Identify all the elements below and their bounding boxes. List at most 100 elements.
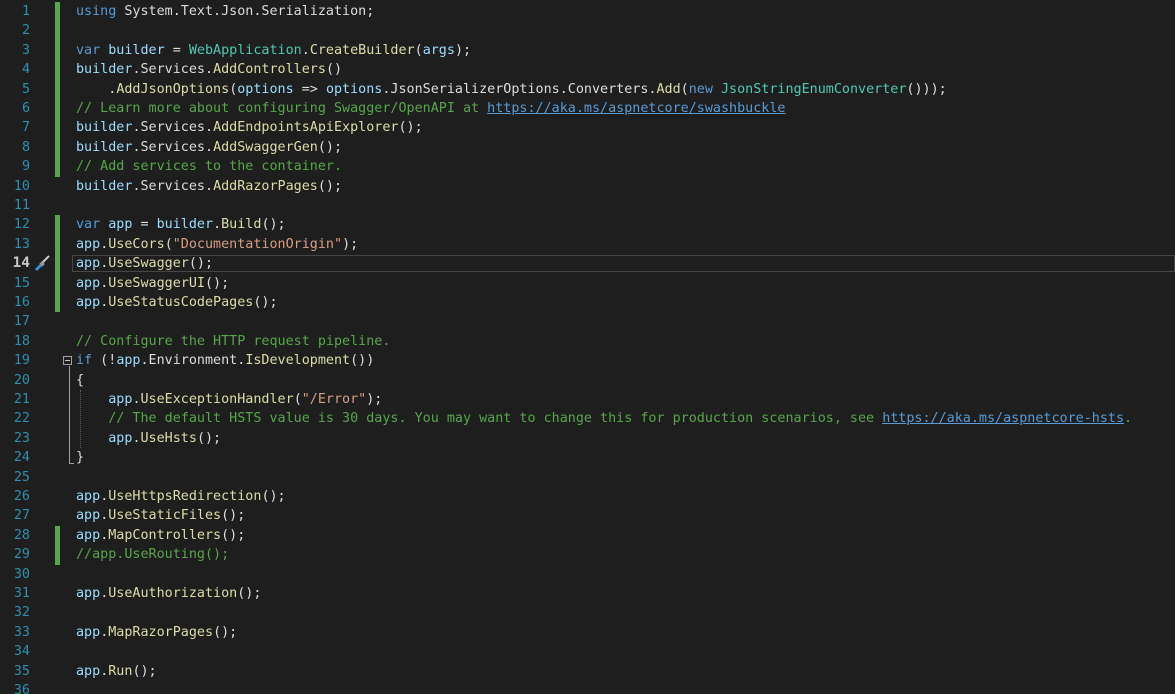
code-editor[interactable]: 1 using System.Text.Json.Serialization; 2 3… <box>0 0 1175 694</box>
code-token: builder <box>76 178 133 194</box>
change-indicator-bar <box>55 40 60 61</box>
code-token: app <box>76 256 101 272</box>
code-token: UseSwagger <box>108 256 189 272</box>
line-code: app.UseStaticFiles(); <box>76 506 245 525</box>
code-token: app <box>108 392 133 407</box>
code-token: UseCors <box>108 236 165 252</box>
code-token: (); <box>398 120 423 136</box>
code-token: UseHsts <box>140 430 197 446</box>
code-token: using <box>76 4 117 19</box>
code-token: (); <box>317 139 343 155</box>
code-line[interactable]: 23 app.UseHsts(); <box>0 429 1175 448</box>
code-line[interactable]: 5 .AddJsonOptions(options => options.Jso… <box>0 79 1175 99</box>
code-token: var <box>76 42 101 58</box>
line-number: 8 <box>21 139 30 155</box>
line-code: app.MapRazorPages(); <box>76 623 237 642</box>
line-number: 13 <box>13 236 30 252</box>
code-line[interactable]: 20 { <box>0 371 1175 390</box>
code-token: //app.UseRouting(); <box>76 547 230 563</box>
code-line[interactable]: 16 app.UseStatusCodePages(); <box>0 293 1175 313</box>
code-token: app <box>76 527 101 543</box>
code-token: if <box>76 353 93 369</box>
line-number: 32 <box>13 605 30 621</box>
code-token: AddSwaggerGen <box>213 139 318 155</box>
code-line[interactable]: 13 app.UseCors("DocumentationOrigin"); <box>0 234 1175 255</box>
code-line[interactable]: 8 builder.Services.AddSwaggerGen(); <box>0 137 1175 158</box>
code-token: () <box>325 62 343 78</box>
code-token: . <box>1124 411 1133 427</box>
code-line[interactable]: 3 var builder = WebApplication.CreateBuil… <box>0 40 1175 61</box>
code-line[interactable]: 19 if (!app.Environment.IsDevelopment()) <box>0 351 1175 370</box>
line-number: 7 <box>21 120 30 136</box>
code-line[interactable]: 27 app.UseStaticFiles(); <box>0 506 1175 525</box>
code-token: "/Error" <box>301 392 367 407</box>
line-number: 16 <box>13 295 30 310</box>
code-line[interactable]: 9 // Add services to the container. <box>0 157 1175 177</box>
code-line[interactable]: 22 // The default HSTS value is 30 days.… <box>0 409 1175 428</box>
code-token: (); <box>237 586 262 601</box>
code-line[interactable]: 25 <box>0 468 1175 487</box>
code-line[interactable]: 2 <box>0 21 1175 41</box>
change-indicator-bar <box>55 99 60 119</box>
code-line[interactable]: 6 // Learn more about configuring Swagger… <box>0 99 1175 119</box>
line-number: 9 <box>21 159 30 175</box>
line-code: // The default HSTS value is 30 days. Yo… <box>76 409 1132 428</box>
code-token: (); <box>221 527 246 543</box>
code-token: app <box>76 663 101 679</box>
code-token: // Add services to the container. <box>76 159 343 175</box>
code-line[interactable]: 1 using System.Text.Json.Serialization; <box>0 2 1175 22</box>
code-token: builder <box>76 62 133 78</box>
code-line[interactable]: 11 <box>0 196 1175 215</box>
code-line[interactable]: 36 <box>0 681 1175 694</box>
code-link[interactable]: https://aka.ms/aspnetcore/swashbuckle <box>487 101 785 116</box>
collapse-icon[interactable] <box>63 356 72 366</box>
code-line[interactable]: 18 // Configure the HTTP request pipeline… <box>0 332 1175 351</box>
code-token: (); <box>213 624 238 640</box>
code-line[interactable]: 33 app.MapRazorPages(); <box>0 623 1175 642</box>
code-token: // Learn more about configuring Swagger/… <box>76 101 488 116</box>
line-code: app.MapControllers(); <box>76 526 245 545</box>
code-line[interactable]: 34 <box>0 642 1175 661</box>
code-token: (); <box>205 275 230 291</box>
code-line[interactable]: 30 <box>0 565 1175 584</box>
code-token: (); <box>196 430 222 446</box>
code-token: ( <box>164 236 173 252</box>
code-line[interactable]: 4 builder.Services.AddControllers() <box>0 60 1175 80</box>
code-line[interactable]: 21 app.UseExceptionHandler("/Error"); <box>0 390 1175 409</box>
paintbrush-icon[interactable] <box>33 255 51 273</box>
code-token: app <box>76 586 101 601</box>
code-token: ); <box>342 236 359 252</box>
code-line[interactable]: 35 app.Run(); <box>0 662 1175 681</box>
code-line[interactable]: 29 //app.UseRouting(); <box>0 545 1175 565</box>
code-token: IsDevelopment <box>245 353 351 369</box>
code-line[interactable]: 17 <box>0 312 1175 331</box>
code-token: .Environment. <box>140 353 246 369</box>
code-line[interactable]: 15 app.UseSwaggerUI(); <box>0 273 1175 293</box>
code-token: (! <box>92 353 117 369</box>
line-number: 21 <box>13 392 30 407</box>
code-line[interactable]: 32 <box>0 603 1175 622</box>
line-code: app.Run(); <box>76 662 157 681</box>
code-link[interactable]: https://aka.ms/aspnetcore-hsts <box>882 411 1124 426</box>
code-token: builder <box>76 139 133 155</box>
change-indicator-bar <box>55 118 60 138</box>
code-token: app <box>76 489 101 504</box>
line-number: 24 <box>13 450 30 466</box>
code-token: (); <box>317 178 343 194</box>
code-line[interactable]: 7 builder.Services.AddEndpointsApiExplore… <box>0 118 1175 138</box>
line-code: // Add services to the container. <box>76 157 342 176</box>
code-line[interactable]: 26 app.UseHttpsRedirection(); <box>0 487 1175 506</box>
code-line[interactable]: 24} <box>0 448 1175 467</box>
code-line[interactable]: 14 app.UseSwagger(); <box>0 254 1175 274</box>
code-line[interactable]: 28 app.MapControllers(); <box>0 525 1175 546</box>
code-line[interactable]: 12 var app = builder.Build(); <box>0 215 1175 235</box>
code-line[interactable]: 31 app.UseAuthorization(); <box>0 584 1175 603</box>
code-token: System.Text.Json.Serialization; <box>116 4 375 19</box>
line-code: builder.Services.AddControllers() <box>76 60 342 79</box>
code-token: .JsonSerializerOptions.Converters. <box>382 81 657 97</box>
code-token: "DocumentationOrigin" <box>172 236 343 252</box>
code-token: .Services. <box>132 120 214 136</box>
code-line[interactable]: 10 builder.Services.AddRazorPages(); <box>0 177 1175 196</box>
code-token: app <box>108 430 133 446</box>
